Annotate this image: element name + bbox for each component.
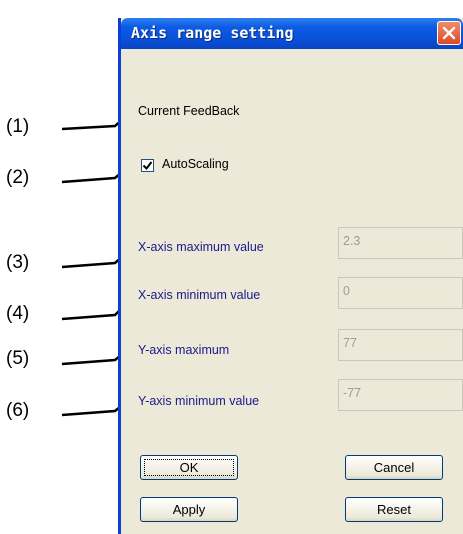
x-axis-min-input[interactable]: 0	[338, 277, 463, 309]
autoscaling-label[interactable]: AutoScaling	[162, 157, 229, 171]
reset-button[interactable]: Reset	[345, 497, 443, 522]
cancel-button[interactable]: Cancel	[345, 455, 443, 480]
x-axis-min-label: X-axis minimum value	[138, 288, 261, 302]
y-axis-min-label: Y-axis minimum value	[138, 394, 260, 408]
autoscaling-checkbox[interactable]	[141, 159, 154, 172]
callout-6: (6)	[6, 400, 30, 421]
close-button[interactable]	[437, 21, 461, 45]
focus-rectangle	[144, 459, 234, 476]
ok-button[interactable]: OK	[140, 455, 238, 480]
axis-range-dialog: Axis range setting Current FeedBack Auto…	[118, 18, 463, 534]
apply-button[interactable]: Apply	[140, 497, 238, 522]
callout-3: (3)	[6, 252, 30, 273]
cancel-button-label: Cancel	[373, 460, 415, 475]
section-label-current-feedback: Current FeedBack	[138, 104, 240, 118]
checkmark-icon	[142, 161, 153, 171]
y-axis-min-input[interactable]: -77	[338, 379, 463, 411]
x-axis-max-input[interactable]: 2.3	[338, 227, 463, 259]
callout-4: (4)	[6, 303, 30, 324]
callout-5: (5)	[6, 348, 30, 369]
close-icon	[442, 26, 456, 40]
y-axis-max-label: Y-axis maximum	[138, 343, 230, 357]
x-axis-max-label: X-axis maximum value	[138, 240, 264, 254]
callout-2: (2)	[6, 167, 30, 188]
reset-button-label: Reset	[377, 502, 411, 517]
y-axis-max-input[interactable]: 77	[338, 329, 463, 361]
apply-button-label: Apply	[172, 502, 206, 517]
dialog-title: Axis range setting	[131, 24, 294, 42]
callout-1: (1)	[6, 116, 30, 137]
title-bar[interactable]: Axis range setting	[121, 18, 463, 49]
